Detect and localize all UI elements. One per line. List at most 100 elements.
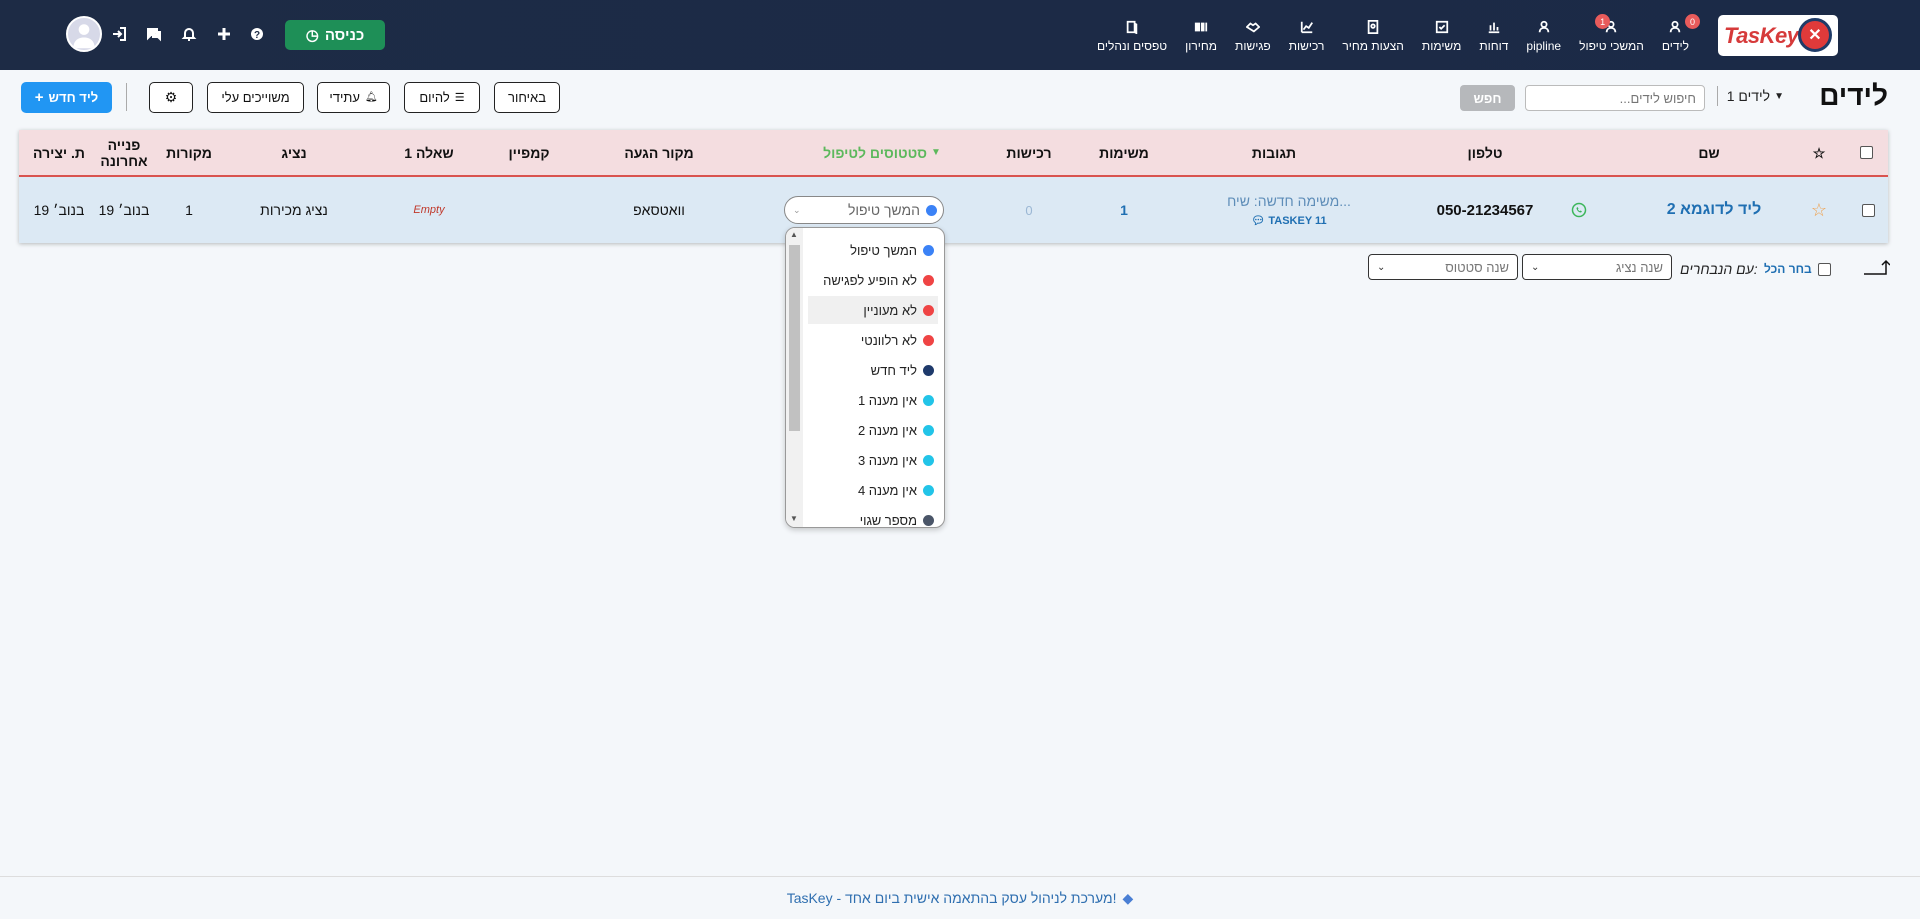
- bell-icon: 🔔︎: [364, 92, 378, 103]
- lead-phone[interactable]: 050-21234567: [1415, 177, 1555, 243]
- future-label: עתידי: [329, 90, 360, 105]
- status-option[interactable]: אין מענה 4: [808, 476, 938, 504]
- header-purchases[interactable]: רכישות: [989, 130, 1069, 175]
- checkin-button[interactable]: ◷ כניסה: [285, 20, 385, 50]
- status-color-dot: [923, 514, 934, 526]
- star-icon[interactable]: ☆: [1804, 177, 1834, 243]
- nav-item-leads[interactable]: 0 לידים: [1653, 14, 1700, 53]
- status-option[interactable]: ליד חדש: [808, 356, 938, 384]
- status-option[interactable]: אין מענה 2: [808, 416, 938, 444]
- header-reactions[interactable]: תגובות: [1219, 130, 1329, 175]
- chevron-down-icon: ⌄: [1377, 261, 1386, 273]
- search-button[interactable]: חפש: [1460, 85, 1515, 111]
- header-phone[interactable]: טלפון: [1415, 130, 1555, 175]
- chat-icon[interactable]: [144, 24, 164, 44]
- assigned-label: משוייכים עלי: [221, 90, 290, 105]
- plus-icon[interactable]: [214, 24, 234, 44]
- purchases-count[interactable]: 0: [989, 177, 1069, 243]
- bell-icon[interactable]: [179, 24, 199, 44]
- status-option[interactable]: מספר שגוי: [808, 506, 938, 528]
- row-checkbox[interactable]: [1853, 177, 1883, 243]
- header-question1[interactable]: שאלה 1: [389, 130, 469, 175]
- status-option[interactable]: אין מענה 1: [808, 386, 938, 414]
- user-avatar[interactable]: [66, 16, 102, 52]
- settings-button[interactable]: ⚙: [149, 82, 193, 113]
- scroll-down-arrow-icon[interactable]: ▼: [790, 514, 798, 523]
- lead-name-link[interactable]: ליד לדוגמא 2: [1659, 177, 1769, 243]
- nav-label: לידים: [1661, 39, 1689, 53]
- change-agent-select[interactable]: ⌄ שנה נציג: [1522, 254, 1672, 280]
- late-button[interactable]: באיחור: [494, 82, 560, 113]
- today-button[interactable]: להיום ☰: [404, 82, 480, 113]
- leads-count-dropdown[interactable]: 1 לידים ▼: [1727, 88, 1784, 104]
- status-option[interactable]: לא רלוונטי: [808, 326, 938, 354]
- change-agent-label: שנה נציג: [1615, 259, 1663, 275]
- header-name[interactable]: שם: [1659, 130, 1759, 175]
- select-all-header-checkbox[interactable]: [1851, 130, 1881, 175]
- header-created[interactable]: ת. יצירה: [24, 130, 94, 175]
- nav-item-followups[interactable]: 1 המשכי טיפול: [1570, 14, 1653, 53]
- today-label: להיום: [419, 90, 450, 105]
- nav-label: פגישות: [1235, 39, 1271, 53]
- status-option-label: מספר שגוי: [859, 512, 917, 528]
- future-button[interactable]: עתידי 🔔︎: [317, 82, 390, 113]
- bulk-select-all-checkbox[interactable]: [1818, 256, 1831, 282]
- book-icon: [1125, 18, 1139, 36]
- status-option[interactable]: המשך טיפול: [808, 236, 938, 264]
- header-agent[interactable]: נציג: [244, 130, 344, 175]
- lead-campaign: [489, 177, 569, 243]
- nav-item-reports[interactable]: דוחות: [1470, 18, 1517, 53]
- table-row[interactable]: ☆ ליד לדוגמא 2 050-21234567 משימה חדשה: …: [19, 177, 1888, 243]
- change-status-select[interactable]: ⌄ שנה סטטוס: [1368, 254, 1518, 280]
- tasks-count[interactable]: 1: [1079, 177, 1169, 243]
- reaction-text: משימה חדשה: שיח...: [1227, 193, 1351, 209]
- login-icon[interactable]: [109, 24, 129, 44]
- nav-item-tasks[interactable]: משימות: [1413, 18, 1470, 53]
- scrollbar-thumb[interactable]: [789, 245, 800, 431]
- new-lead-label: ליד חדש: [48, 90, 99, 105]
- dropdown-scrollbar[interactable]: ▲ ▼: [786, 228, 803, 527]
- header-last-contact-line2: אחרונה: [100, 152, 148, 169]
- status-color-dot: [923, 424, 934, 436]
- status-dropdown-list[interactable]: ▲ ▼ המשך טיפול לא הופיע לפגישה לא מעוניין ל…: [785, 227, 945, 528]
- lead-sources[interactable]: 1: [154, 177, 224, 243]
- nav-item-purchases[interactable]: רכישות: [1280, 18, 1334, 53]
- header-source[interactable]: מקור הגעה: [599, 130, 719, 175]
- nav-item-pipeline[interactable]: pipline: [1517, 18, 1570, 53]
- header-sources[interactable]: מקורות: [154, 130, 224, 175]
- nav-item-quotes[interactable]: הצעות מחיר: [1333, 18, 1413, 53]
- barcode-icon: [1194, 18, 1208, 36]
- search-input[interactable]: [1525, 85, 1705, 111]
- nav-item-pricelist[interactable]: מחירון: [1176, 18, 1226, 53]
- nav-label: רכישות: [1288, 39, 1325, 53]
- new-lead-button[interactable]: + ליד חדש: [21, 82, 112, 113]
- scroll-up-arrow-icon[interactable]: ▲: [790, 230, 798, 239]
- help-icon[interactable]: ?: [247, 24, 267, 44]
- status-select[interactable]: המשך טיפול ⌄: [784, 196, 944, 224]
- status-color-dot: [923, 274, 934, 286]
- header-last-contact[interactable]: פנייה אחרונה: [94, 130, 154, 175]
- header-campaign[interactable]: קמפיין: [489, 130, 569, 175]
- status-color-dot: [923, 454, 934, 466]
- reaction-cell[interactable]: משימה חדשה: שיח... 💬︎ TASKEY 11: [1214, 177, 1364, 243]
- lead-last-contact: 19 בנוב׳: [98, 202, 150, 218]
- status-option[interactable]: לא הופיע לפגישה: [808, 266, 938, 294]
- lead-agent[interactable]: נציג מכירות: [244, 177, 344, 243]
- reaction-sub-text: TASKEY 11: [1268, 215, 1327, 227]
- app-logo[interactable]: TasKey ✕: [1718, 15, 1838, 56]
- whatsapp-icon[interactable]: [1564, 177, 1594, 243]
- status-option[interactable]: אין מענה 3: [808, 446, 938, 474]
- status-option-label: ליד חדש: [870, 362, 917, 378]
- with-selected-label: עם הנבחרים:: [1680, 261, 1758, 277]
- nav-item-forms[interactable]: טפסים ונהלים: [1088, 18, 1176, 53]
- status-option[interactable]: לא מעוניין: [808, 296, 938, 324]
- nav-item-meetings[interactable]: פגישות: [1226, 18, 1280, 53]
- select-all-link[interactable]: בחר הכל: [1764, 256, 1812, 282]
- chevron-down-icon: ⌄: [793, 204, 801, 215]
- assigned-to-me-button[interactable]: משוייכים עלי: [207, 82, 304, 113]
- nav-label: המשכי טיפול: [1579, 39, 1644, 53]
- lead-question1[interactable]: Empty: [389, 177, 469, 243]
- header-tasks[interactable]: משימות: [1079, 130, 1169, 175]
- nav-label: מחירון: [1185, 39, 1218, 53]
- header-status-filter[interactable]: סטטוסים לטיפול ▼: [787, 130, 977, 175]
